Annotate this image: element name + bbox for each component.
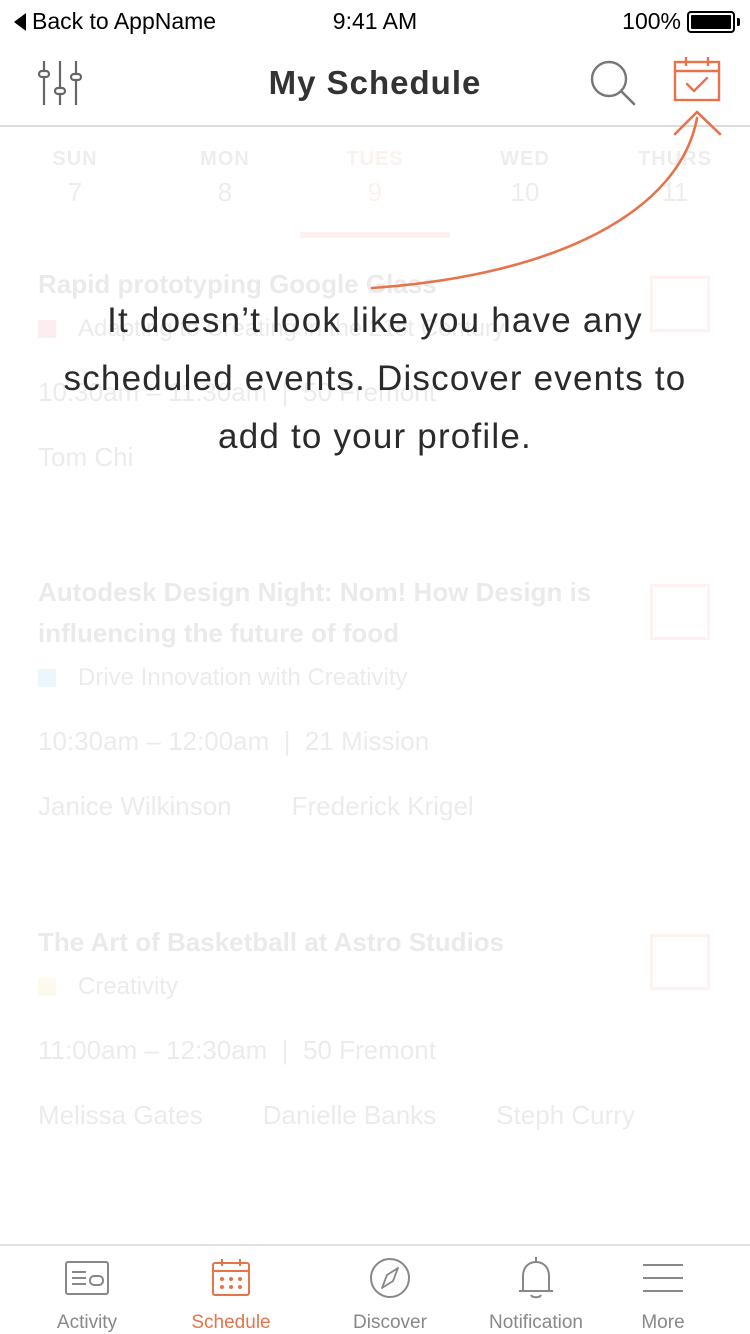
status-bar: Back to AppName 9:41 AM 100% <box>0 0 750 44</box>
battery-percent: 100% <box>622 8 681 34</box>
day-tab-sun[interactable]: SUN 7 <box>0 148 150 208</box>
compass-icon <box>370 1258 410 1298</box>
tab-bar: Activity Schedule Discover Notification … <box>0 1244 750 1334</box>
my-schedule-calendar-icon[interactable] <box>672 56 722 106</box>
day-name: THURS <box>638 148 712 170</box>
tab-label: Schedule <box>191 1312 271 1333</box>
speaker-name[interactable]: Frederick Krigel <box>292 791 474 822</box>
day-name: TUES <box>346 148 404 170</box>
add-to-schedule-icon[interactable] <box>650 584 710 640</box>
event-track: Drive Innovation with Creativity <box>38 664 718 692</box>
track-label: Creativity <box>78 973 179 1000</box>
tab-discover[interactable]: Discover <box>315 1256 465 1334</box>
day-name: WED <box>500 148 550 170</box>
day-tab-tues[interactable]: TUES 9 <box>300 148 450 208</box>
empty-state-message: It doesn’t look like you have any schedu… <box>63 301 687 456</box>
day-date: 10 <box>510 177 540 207</box>
battery-icon <box>687 10 735 33</box>
battery-indicator: 100% <box>622 8 740 35</box>
tab-label: More <box>641 1312 685 1333</box>
day-selector: SUN 7 MON 8 TUES 9 WED 10 THURS 11 <box>0 148 750 238</box>
event-speakers: Melissa Gates Danielle Banks Steph Curry <box>38 1100 718 1131</box>
search-icon[interactable] <box>588 58 638 108</box>
day-date: 7 <box>67 177 83 207</box>
day-tab-mon[interactable]: MON 8 <box>150 148 300 208</box>
speaker-name[interactable]: Janice Wilkinson <box>38 791 232 822</box>
tab-label: Discover <box>353 1312 427 1333</box>
event-track: Creativity <box>38 973 718 1001</box>
day-tab-thurs[interactable]: THURS 11 <box>600 148 750 208</box>
event-card[interactable]: The Art of Basketball at Astro Studios C… <box>38 922 718 1131</box>
day-name: MON <box>200 148 250 170</box>
day-date: 11 <box>661 177 689 207</box>
event-time-location: 11:00am – 12:30am | 50 Fremont <box>38 1035 436 1065</box>
tab-schedule[interactable]: Schedule <box>156 1256 306 1334</box>
menu-icon <box>643 1264 683 1292</box>
tab-more[interactable]: More <box>588 1256 738 1334</box>
calendar-icon <box>212 1259 250 1296</box>
track-color-swatch <box>38 978 56 996</box>
bell-icon <box>519 1257 553 1299</box>
event-title: The Art of Basketball at Astro Studios <box>38 927 505 957</box>
day-tab-wed[interactable]: WED 10 <box>450 148 600 208</box>
add-to-schedule-icon[interactable] <box>650 934 710 990</box>
speaker-name[interactable]: Danielle Banks <box>263 1100 436 1131</box>
event-card[interactable]: Autodesk Design Night: Nom! How Design i… <box>38 572 718 822</box>
day-date: 8 <box>217 177 233 207</box>
tab-activity[interactable]: Activity <box>12 1256 162 1334</box>
event-time-location: 10:30am – 12:00am | 21 Mission <box>38 726 430 756</box>
speaker-name[interactable]: Melissa Gates <box>38 1100 203 1131</box>
selected-day-indicator <box>300 232 450 238</box>
nav-bar: My Schedule <box>0 44 750 127</box>
tab-label: Activity <box>56 1312 118 1333</box>
track-label: Drive Innovation with Creativity <box>78 664 408 691</box>
event-title: Autodesk Design Night: Nom! How Design i… <box>38 577 592 648</box>
activity-icon <box>65 1261 109 1295</box>
day-name: SUN <box>52 148 98 170</box>
event-speakers: Janice Wilkinson Frederick Krigel <box>38 791 718 822</box>
day-date: 9 <box>367 177 383 207</box>
speaker-name[interactable]: Steph Curry <box>496 1100 635 1131</box>
track-color-swatch <box>38 669 56 687</box>
